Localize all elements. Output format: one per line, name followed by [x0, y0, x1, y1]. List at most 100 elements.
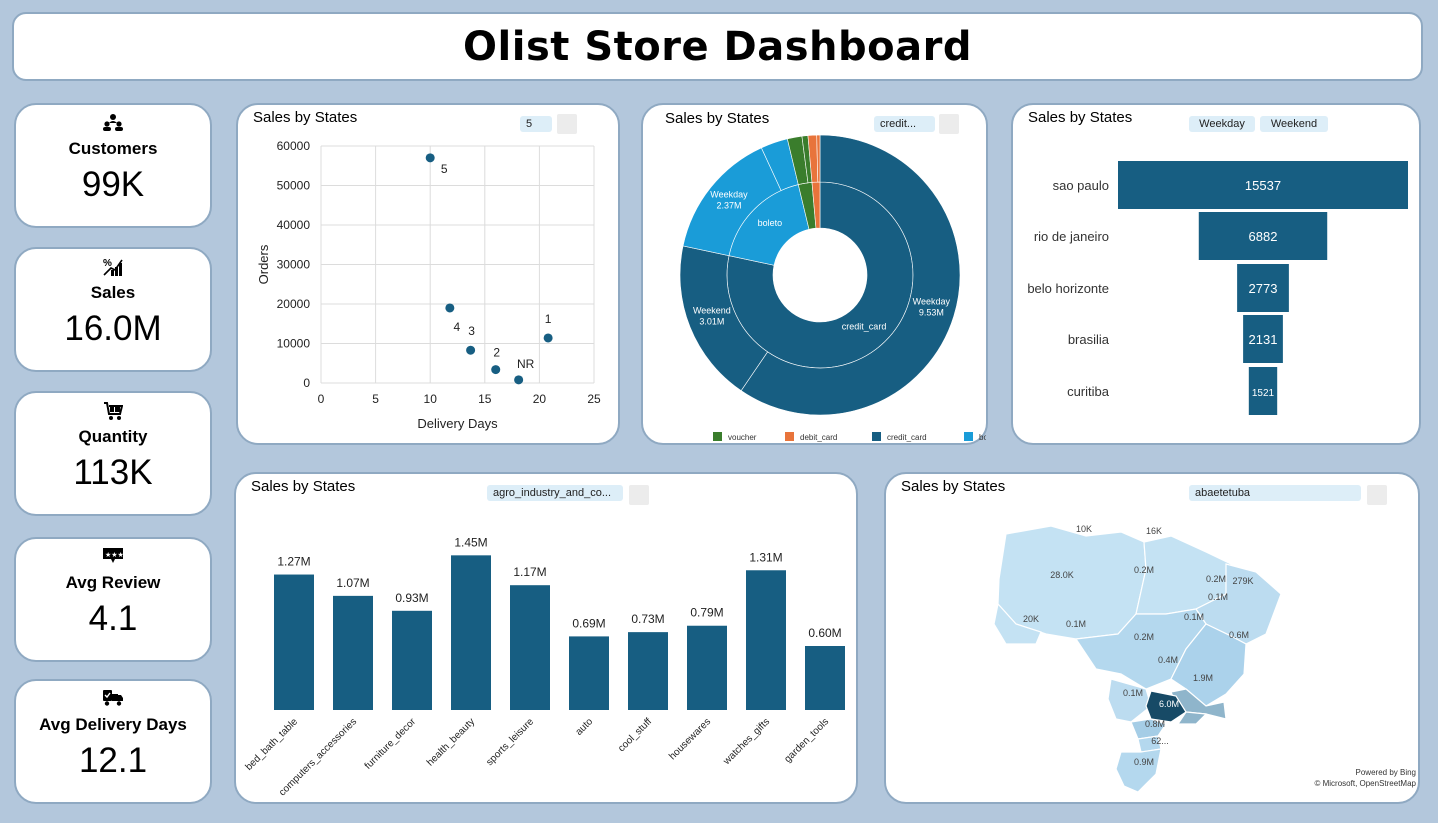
outer-ring-label: 3.01M	[699, 316, 724, 326]
map-credit-osm: © Microsoft, OpenStreetMap	[1314, 779, 1417, 788]
map-region-label: 0.2M	[1134, 632, 1154, 642]
bar	[628, 632, 668, 710]
map-region-label: 279K	[1232, 576, 1253, 586]
funnel-category-label: curitiba	[1067, 384, 1110, 399]
scatter-point	[445, 303, 455, 313]
bar-value-label: 0.79M	[690, 606, 723, 620]
map-region-label: 0.2M	[1134, 565, 1154, 575]
funnel-chart: 15537 sao paulo 6882 rio de janeiro 2773 belo…	[1027, 161, 1408, 415]
bar	[569, 636, 609, 710]
category-bar-panel: Sales by States agro_industry_and_co... …	[234, 472, 858, 804]
y-tick-label: 0	[303, 376, 310, 390]
bar-value-label: 1.27M	[277, 555, 310, 569]
kpi-label: Sales	[90, 283, 136, 302]
scatter-point	[514, 375, 524, 385]
brazil-map[interactable]: 10K 16K 28.0K 0.2M 0.2M 279K 0.1M 20K 0.1M 0.1M 0.…	[886, 474, 1418, 802]
kpi-label: Quantity	[78, 427, 148, 446]
cart-icon	[16, 401, 210, 421]
x-tick-label: 5	[372, 392, 379, 406]
bar-category-label: auto	[574, 716, 596, 738]
map-region-label: 20K	[1023, 614, 1039, 624]
y-axis-label: Orders	[256, 244, 271, 284]
x-tick-label: 10	[424, 392, 438, 406]
outer-ring-label: 2.37M	[716, 200, 741, 210]
x-tick-label: 15	[478, 392, 492, 406]
point-label: NR	[517, 357, 535, 371]
bar-category-label: garden_tools	[782, 716, 831, 765]
map-region-label: 0.1M	[1208, 592, 1228, 602]
bar-category-label: housewares	[667, 716, 713, 762]
bar	[746, 570, 786, 710]
y-tick-label: 20000	[277, 297, 311, 311]
kpi-value: 99K	[81, 165, 145, 204]
bar-category-label: furniture_decor	[363, 716, 419, 772]
kpi-value: 113K	[73, 453, 153, 492]
outer-ring-label: Weekday	[913, 296, 951, 306]
funnel-category-label: sao paulo	[1053, 178, 1109, 193]
title-banner: Olist Store Dashboard	[12, 12, 1423, 81]
kpi-card-customers: Customers 99K	[14, 103, 212, 228]
bar-value-label: 1.17M	[513, 565, 546, 579]
point-label: 1	[545, 312, 552, 326]
outer-ring-label: 9.53M	[919, 307, 944, 317]
map-region-label: 0.6M	[1229, 630, 1249, 640]
legend-label: boleto	[979, 433, 986, 442]
x-tick-label: 25	[587, 392, 601, 406]
map-region-label: 28.0K	[1050, 570, 1074, 580]
funnel-value-label: 2773	[1249, 281, 1278, 296]
kpi-card-avg-review: ★★★ Avg Review 4.1	[14, 537, 212, 662]
kpi-value: 12.1	[78, 741, 148, 780]
map-region-label: 0.1M	[1184, 612, 1204, 622]
funnel-value-label: 15537	[1245, 178, 1281, 193]
bar-category-label: sports_leisure	[484, 716, 536, 768]
scatter-chart: 0 5 10 15 20 25010000200003000040000500006000…	[256, 139, 601, 431]
bar	[274, 574, 314, 710]
legend-label: debit_card	[800, 433, 837, 442]
x-tick-label: 20	[533, 392, 547, 406]
point-label: 2	[493, 346, 500, 360]
y-tick-label: 30000	[277, 258, 311, 272]
point-label: 4	[454, 320, 461, 334]
kpi-label: Avg Delivery Days	[39, 715, 187, 734]
scatter-point	[543, 333, 553, 343]
kpi-label: Customers	[68, 139, 158, 158]
map-region-label: 10K	[1076, 524, 1092, 534]
legend-swatch	[872, 432, 881, 441]
kpi-card-sales: % Sales 16.0M	[14, 247, 212, 372]
legend-swatch	[785, 432, 794, 441]
svg-text:★★★: ★★★	[105, 551, 124, 559]
people-icon	[16, 113, 210, 133]
y-tick-label: 50000	[277, 179, 311, 193]
map-region-label: 0.4M	[1158, 655, 1178, 665]
kpi-value: 16.0M	[64, 309, 162, 348]
funnel-category-label: belo horizonte	[1027, 281, 1109, 296]
map-region-label: 0.8M	[1145, 719, 1165, 729]
bar-category-label: health_beauty	[425, 716, 477, 768]
inner-ring-label: credit_card	[842, 321, 887, 331]
outer-ring-label: Weekday	[710, 189, 748, 199]
outer-ring-label: Weekend	[693, 305, 731, 315]
funnel-category-label: rio de janeiro	[1034, 229, 1109, 244]
bar-value-label: 0.73M	[631, 612, 664, 626]
scatter-point	[466, 345, 476, 355]
bar-value-label: 1.45M	[454, 535, 487, 549]
donut-chart: credit_cardboletoWeekday9.53MWeekend3.01…	[679, 134, 986, 442]
map-region-label: 16K	[1146, 526, 1162, 536]
donut-panel: Sales by States credit... credit_card bol…	[641, 103, 988, 445]
region-rio-grande-sul	[1115, 748, 1162, 793]
map-region-label: 0.1M	[1066, 619, 1086, 629]
kpi-card-quantity: Quantity 113K	[14, 391, 212, 516]
point-label: 3	[468, 324, 475, 338]
scatter-panel: Sales by States 5 0 5 10 15 20 25 0 10000 20000 3…	[236, 103, 620, 445]
star-review-icon: ★★★	[16, 547, 210, 567]
map-region-label: 0.1M	[1123, 688, 1143, 698]
funnel-category-label: brasilia	[1068, 332, 1110, 347]
bar-value-label: 0.60M	[808, 626, 841, 640]
bar	[451, 555, 491, 710]
bar	[805, 646, 845, 710]
map-region-label: 62...	[1151, 736, 1169, 746]
bar-category-label: watches_gifts	[721, 716, 772, 767]
y-tick-label: 60000	[277, 139, 311, 153]
map-region-label: 0.9M	[1134, 757, 1154, 767]
kpi-value: 4.1	[88, 599, 138, 638]
